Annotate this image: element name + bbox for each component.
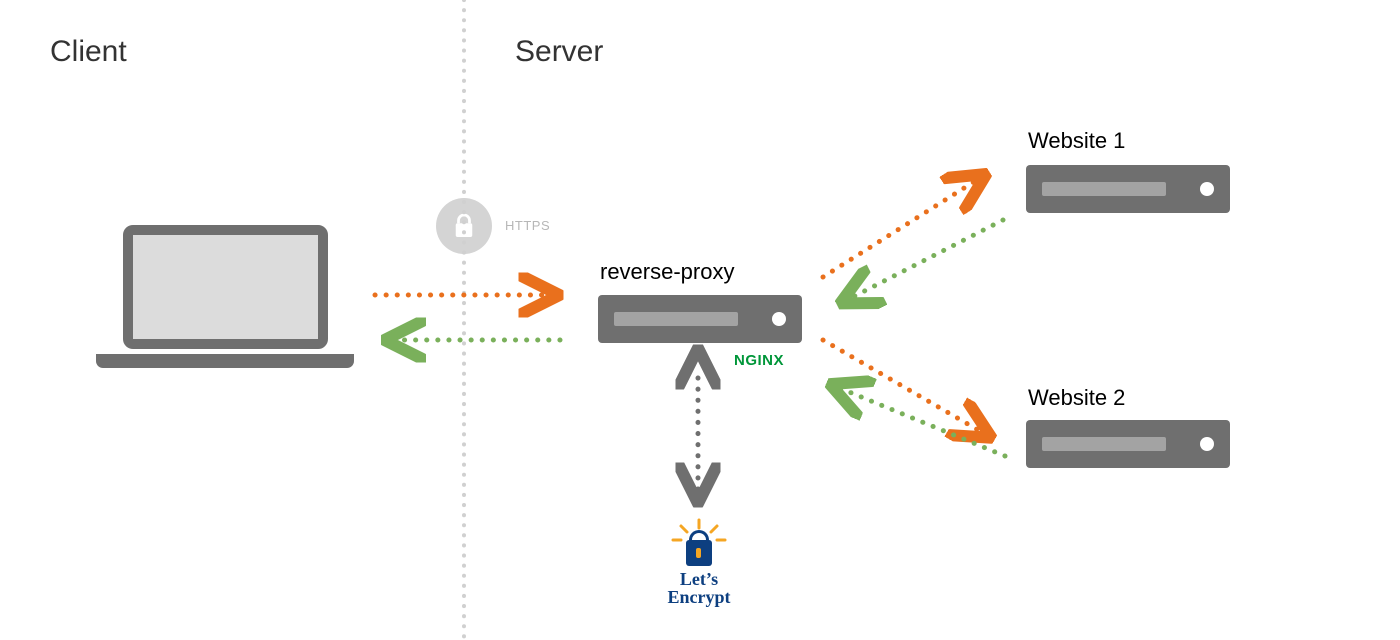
arrow-proxy-to-website2 xyxy=(823,340,985,434)
website1-label: Website 1 xyxy=(1028,128,1125,154)
letsencrypt-line1: Let’s xyxy=(680,569,718,589)
website1-server xyxy=(1026,165,1230,213)
arrow-proxy-to-website1 xyxy=(823,178,980,277)
website2-label: Website 2 xyxy=(1028,385,1125,411)
https-protocol-label: HTTPS xyxy=(505,218,550,233)
letsencrypt-logo: Let’sEncrypt xyxy=(644,518,754,606)
nginx-label: NGINX xyxy=(734,352,784,369)
arrow-website1-to-proxy xyxy=(847,220,1003,300)
reverse-proxy-server xyxy=(598,295,802,343)
reverse-proxy-label: reverse-proxy xyxy=(600,259,734,285)
client-section-label: Client xyxy=(50,35,127,69)
letsencrypt-line2: Encrypt xyxy=(668,587,731,607)
client-laptop xyxy=(95,225,355,368)
https-lock-icon xyxy=(436,198,492,254)
server-section-label: Server xyxy=(515,35,603,69)
website2-server xyxy=(1026,420,1230,468)
arrow-website2-to-proxy xyxy=(837,387,1005,456)
